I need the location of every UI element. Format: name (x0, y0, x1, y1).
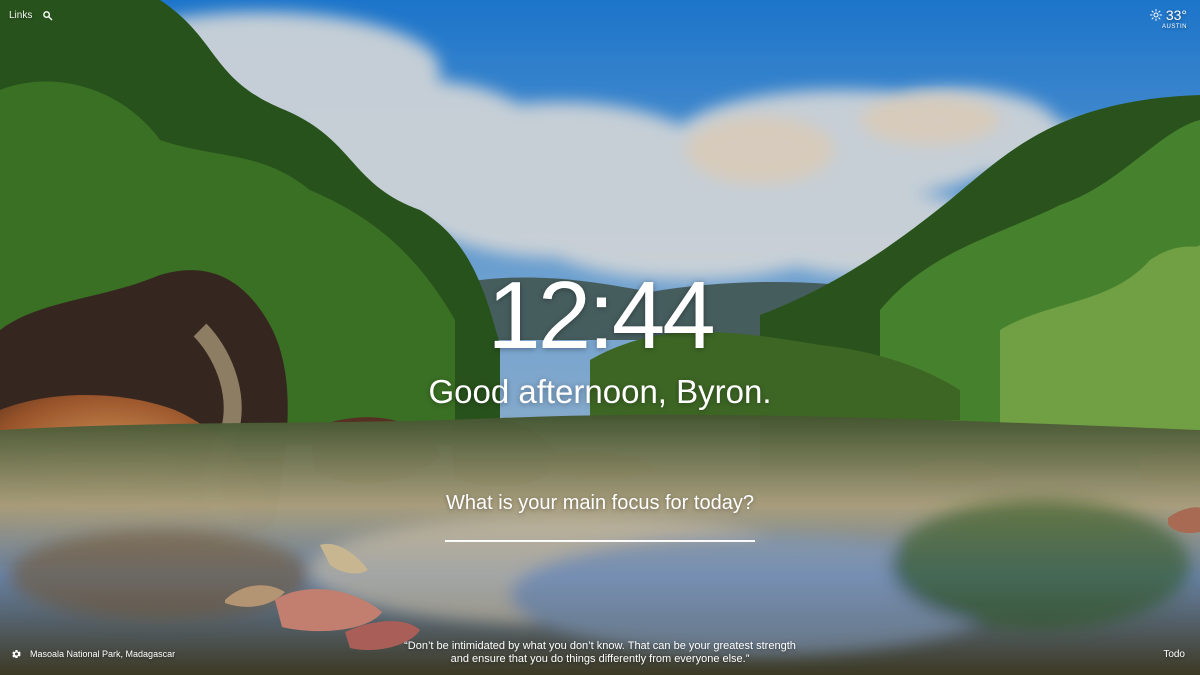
top-left-nav: Links (9, 10, 53, 21)
focus-question: What is your main focus for today? (446, 492, 754, 514)
background-location[interactable]: Masoala National Park, Madagascar (30, 649, 175, 659)
todo-button[interactable]: Todo (1163, 649, 1185, 660)
greeting: Good afternoon, Byron. (428, 373, 772, 410)
clock: 12:44 (487, 262, 715, 369)
weather-widget[interactable]: 33° AUSTIN (1149, 7, 1187, 30)
dashboard-screen: Links 33° AUSTIN 12:44 Good afternoon, B… (0, 0, 1200, 675)
weather-summary[interactable]: 33° (1149, 7, 1187, 23)
temperature: 33° (1165, 7, 1187, 23)
quote-line-2: and ensure that you do things differentl… (450, 653, 750, 666)
bottom-left-panel: Masoala National Park, Madagascar (10, 648, 175, 660)
gear-icon[interactable] (10, 648, 22, 660)
center-content: 12:44 Good afternoon, Byron. (0, 262, 1200, 410)
focus-section: What is your main focus for today? (0, 493, 1200, 542)
quote-block[interactable]: “Don’t be intimidated by what you don’t … (340, 640, 860, 668)
focus-input[interactable] (445, 538, 755, 542)
search-icon[interactable] (42, 10, 53, 21)
quote-line-1: “Don’t be intimidated by what you don’t … (404, 639, 796, 652)
sun-icon (1149, 9, 1162, 21)
weather-location: AUSTIN (1161, 24, 1187, 30)
links-button[interactable]: Links (9, 10, 32, 21)
